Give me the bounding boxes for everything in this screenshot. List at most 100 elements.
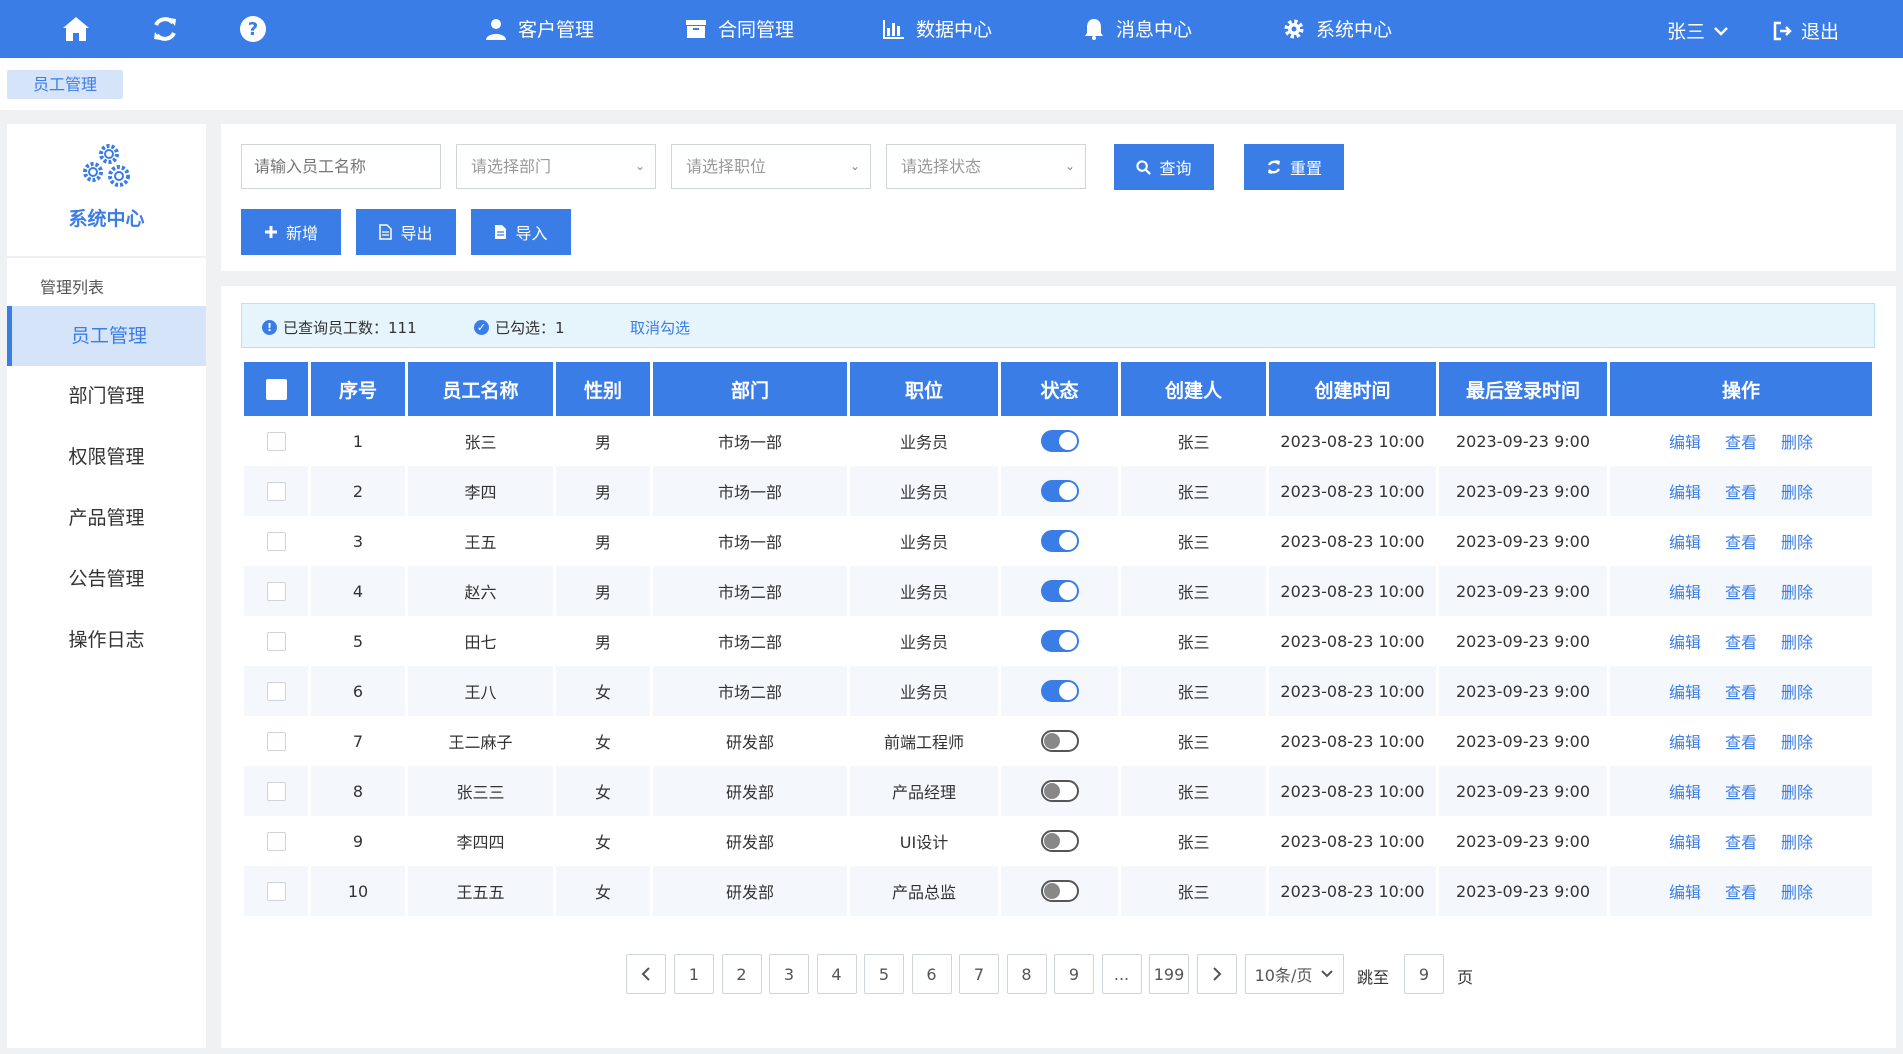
edit-link[interactable]: 编辑 bbox=[1669, 633, 1701, 652]
row-checkbox[interactable] bbox=[266, 682, 286, 701]
row-select-cell[interactable] bbox=[244, 766, 308, 816]
view-link[interactable]: 查看 bbox=[1725, 583, 1757, 602]
delete-link[interactable]: 删除 bbox=[1781, 633, 1813, 652]
delete-link[interactable]: 删除 bbox=[1781, 483, 1813, 502]
page-ellipsis[interactable]: ... bbox=[1101, 954, 1142, 994]
status-toggle[interactable] bbox=[1040, 480, 1079, 502]
row-checkbox[interactable] bbox=[266, 782, 286, 801]
delete-link[interactable]: 删除 bbox=[1781, 883, 1813, 902]
page-button[interactable]: 2 bbox=[721, 954, 762, 994]
row-select-cell[interactable] bbox=[244, 516, 308, 566]
position-select[interactable]: 请选择职位 ⌄ bbox=[671, 144, 871, 189]
row-checkbox[interactable] bbox=[266, 532, 286, 551]
status-select[interactable]: 请选择状态 ⌄ bbox=[886, 144, 1086, 189]
department-select[interactable]: 请选择部门 ⌄ bbox=[456, 144, 656, 189]
status-toggle[interactable] bbox=[1040, 530, 1079, 552]
breadcrumb-tab[interactable]: 员工管理 bbox=[7, 70, 124, 99]
edit-link[interactable]: 编辑 bbox=[1669, 833, 1701, 852]
row-checkbox[interactable] bbox=[266, 582, 286, 601]
edit-link[interactable]: 编辑 bbox=[1669, 433, 1701, 452]
export-button[interactable]: 导出 bbox=[356, 209, 456, 255]
sidebar-item-employee[interactable]: 员工管理 bbox=[7, 306, 206, 366]
status-toggle[interactable] bbox=[1040, 430, 1079, 452]
delete-link[interactable]: 删除 bbox=[1781, 833, 1813, 852]
row-select-cell[interactable] bbox=[244, 816, 308, 866]
view-link[interactable]: 查看 bbox=[1725, 783, 1757, 802]
delete-link[interactable]: 删除 bbox=[1781, 783, 1813, 802]
nav-contract[interactable]: 合同管理 bbox=[684, 15, 794, 42]
user-menu[interactable]: 张三 bbox=[1667, 17, 1729, 44]
status-toggle[interactable] bbox=[1040, 580, 1079, 602]
row-select-cell[interactable] bbox=[244, 616, 308, 666]
view-link[interactable]: 查看 bbox=[1725, 733, 1757, 752]
nav-data[interactable]: 数据中心 bbox=[882, 15, 992, 42]
view-link[interactable]: 查看 bbox=[1725, 833, 1757, 852]
edit-link[interactable]: 编辑 bbox=[1669, 533, 1701, 552]
row-checkbox[interactable] bbox=[266, 432, 286, 451]
reset-button[interactable]: 重置 bbox=[1244, 144, 1344, 190]
page-button[interactable]: 3 bbox=[769, 954, 809, 994]
row-checkbox[interactable] bbox=[266, 882, 286, 901]
refresh-icon[interactable] bbox=[148, 12, 182, 46]
view-link[interactable]: 查看 bbox=[1725, 533, 1757, 552]
home-icon[interactable] bbox=[59, 12, 93, 46]
sidebar-item-permission[interactable]: 权限管理 bbox=[7, 427, 206, 487]
row-checkbox[interactable] bbox=[266, 832, 286, 851]
select-all-header[interactable] bbox=[244, 362, 308, 416]
cancel-selection[interactable]: 取消勾选 bbox=[630, 317, 690, 338]
edit-link[interactable]: 编辑 bbox=[1669, 883, 1701, 902]
edit-link[interactable]: 编辑 bbox=[1669, 583, 1701, 602]
view-link[interactable]: 查看 bbox=[1725, 683, 1757, 702]
row-checkbox[interactable] bbox=[266, 732, 286, 751]
select-all-checkbox[interactable] bbox=[265, 379, 287, 400]
employee-name-input[interactable] bbox=[241, 144, 441, 189]
status-toggle[interactable] bbox=[1040, 780, 1079, 802]
edit-link[interactable]: 编辑 bbox=[1669, 483, 1701, 502]
row-checkbox[interactable] bbox=[266, 632, 286, 651]
edit-link[interactable]: 编辑 bbox=[1669, 683, 1701, 702]
logout-button[interactable]: 退出 bbox=[1773, 17, 1839, 44]
page-button[interactable]: 1 bbox=[674, 954, 714, 994]
sidebar-item-notice[interactable]: 公告管理 bbox=[7, 549, 206, 609]
query-button[interactable]: 查询 bbox=[1114, 144, 1214, 190]
row-select-cell[interactable] bbox=[244, 566, 308, 616]
jump-page-input[interactable]: 9 bbox=[1404, 954, 1444, 994]
delete-link[interactable]: 删除 bbox=[1781, 683, 1813, 702]
status-toggle[interactable] bbox=[1040, 730, 1079, 752]
page-button[interactable]: 199 bbox=[1149, 954, 1189, 994]
cancel-selection-link[interactable]: 取消勾选 bbox=[630, 317, 690, 338]
page-size-select[interactable]: 10条/页 bbox=[1245, 954, 1344, 994]
add-button[interactable]: 新增 bbox=[241, 209, 341, 255]
page-button[interactable]: 7 bbox=[959, 954, 999, 994]
prev-page-button[interactable] bbox=[626, 954, 666, 994]
view-link[interactable]: 查看 bbox=[1725, 433, 1757, 452]
next-page-button[interactable] bbox=[1197, 954, 1237, 994]
edit-link[interactable]: 编辑 bbox=[1669, 733, 1701, 752]
status-toggle[interactable] bbox=[1040, 880, 1079, 902]
page-button[interactable]: 4 bbox=[816, 954, 857, 994]
sidebar-item-log[interactable]: 操作日志 bbox=[7, 610, 206, 670]
delete-link[interactable]: 删除 bbox=[1781, 583, 1813, 602]
import-button[interactable]: 导入 bbox=[471, 209, 571, 255]
page-button[interactable]: 8 bbox=[1006, 954, 1047, 994]
status-toggle[interactable] bbox=[1040, 830, 1079, 852]
nav-message[interactable]: 消息中心 bbox=[1082, 15, 1192, 42]
delete-link[interactable]: 删除 bbox=[1781, 733, 1813, 752]
row-select-cell[interactable] bbox=[244, 866, 308, 916]
row-select-cell[interactable] bbox=[244, 666, 308, 716]
sidebar-item-department[interactable]: 部门管理 bbox=[7, 366, 206, 426]
row-checkbox[interactable] bbox=[266, 482, 286, 501]
view-link[interactable]: 查看 bbox=[1725, 883, 1757, 902]
page-button[interactable]: 9 bbox=[1054, 954, 1094, 994]
view-link[interactable]: 查看 bbox=[1725, 633, 1757, 652]
row-select-cell[interactable] bbox=[244, 466, 308, 516]
delete-link[interactable]: 删除 bbox=[1781, 433, 1813, 452]
nav-system[interactable]: 系统中心 bbox=[1282, 15, 1392, 42]
status-toggle[interactable] bbox=[1040, 680, 1079, 702]
status-toggle[interactable] bbox=[1040, 630, 1079, 652]
help-icon[interactable]: ? bbox=[236, 12, 270, 46]
page-button[interactable]: 5 bbox=[864, 954, 904, 994]
page-button[interactable]: 6 bbox=[911, 954, 952, 994]
view-link[interactable]: 查看 bbox=[1725, 483, 1757, 502]
row-select-cell[interactable] bbox=[244, 716, 308, 766]
